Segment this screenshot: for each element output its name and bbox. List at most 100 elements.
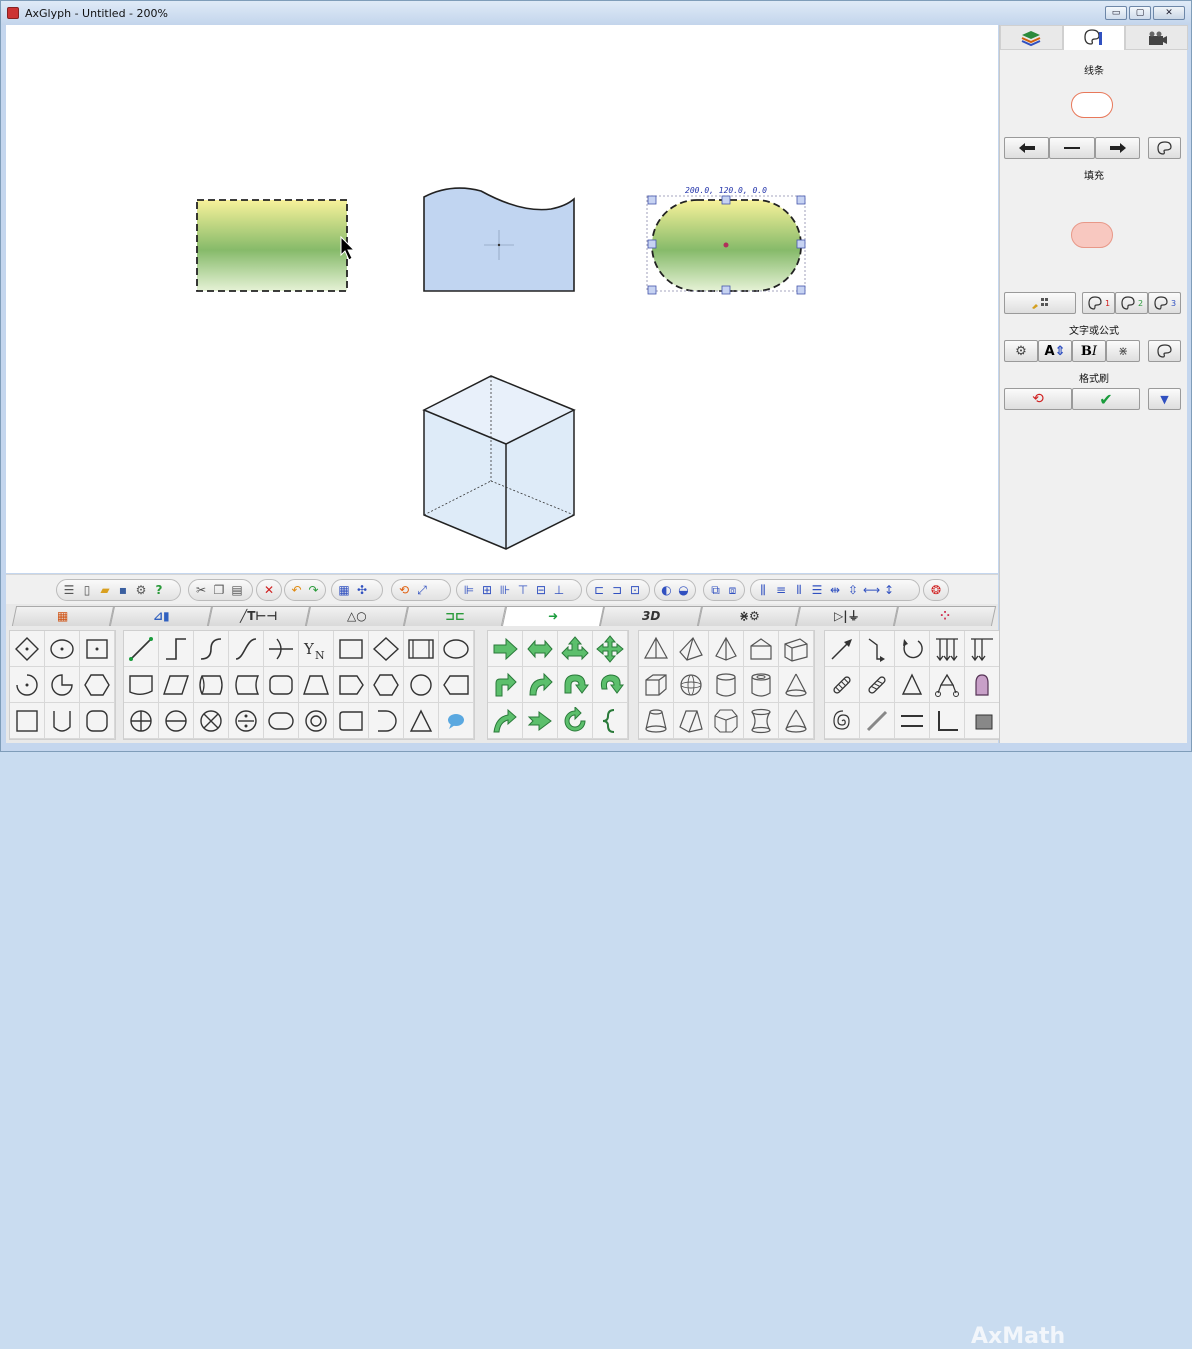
rounded-square-shape-icon[interactable] (80, 703, 115, 739)
circle-minus-icon[interactable] (159, 703, 194, 739)
maximize-button[interactable]: ▢ (1129, 6, 1151, 20)
gradient-rectangle[interactable] (196, 199, 348, 292)
ellipse-point-shape-icon[interactable] (45, 631, 80, 667)
corner-icon[interactable] (930, 703, 965, 739)
send-back-icon[interactable]: ⧈ (725, 582, 740, 598)
hexagon-shape-icon[interactable] (80, 667, 115, 703)
palette-3-button[interactable]: 3 (1148, 292, 1181, 314)
match-height-icon[interactable]: ↕ (881, 582, 897, 598)
freeform-square-shape-icon[interactable] (10, 703, 45, 739)
curve-line-icon[interactable] (194, 631, 229, 667)
bullet-shape-icon[interactable] (965, 667, 1000, 703)
down-arrows-icon[interactable] (930, 631, 965, 667)
triangle-icon[interactable] (895, 667, 930, 703)
line-style-button[interactable] (1049, 137, 1095, 159)
camera-tab[interactable] (1125, 25, 1189, 50)
u-shape-icon[interactable] (45, 703, 80, 739)
paste-icon[interactable]: ▤ (229, 582, 245, 598)
cone-solid-icon[interactable] (779, 703, 814, 739)
s-curve-icon[interactable] (229, 631, 264, 667)
hyperboloid-icon[interactable] (744, 703, 779, 739)
diagonal-line-icon[interactable] (860, 703, 895, 739)
fill-brush-button[interactable] (1004, 292, 1076, 314)
same-size-icon[interactable]: ⊡ (627, 582, 643, 598)
rectangle-tool-icon[interactable] (334, 631, 369, 667)
cone-icon[interactable] (779, 667, 814, 703)
new-file-icon[interactable]: ▯ (79, 582, 95, 598)
title-bar[interactable]: AxGlyph - Untitled - 200% ▭ ▢ ✕ (1, 1, 1191, 25)
house-prism-icon[interactable] (744, 631, 779, 667)
tab-chart[interactable]: ⊿▮ (109, 606, 213, 626)
text-settings-button[interactable]: ⚙ (1004, 340, 1038, 362)
flip-icon[interactable]: ⤢ (414, 582, 430, 598)
space-v-icon[interactable]: ☰ (809, 582, 825, 598)
curved-up-arrow-icon[interactable] (488, 703, 523, 739)
u-turn-arrow-icon[interactable] (558, 667, 593, 703)
cylinder-icon[interactable] (709, 667, 744, 703)
four-way-arrow-icon[interactable] (593, 631, 628, 667)
palette-2-button[interactable]: 2 (1115, 292, 1148, 314)
sphere-icon[interactable] (674, 667, 709, 703)
jump-line-icon[interactable] (264, 631, 299, 667)
brace-arrow-icon[interactable] (593, 703, 628, 739)
equal-bars-icon[interactable] (895, 703, 930, 739)
circle-divide-icon[interactable] (229, 703, 264, 739)
square-point-shape-icon[interactable] (80, 631, 115, 667)
hexagon-tool-icon[interactable] (369, 667, 404, 703)
circle-arrow-icon[interactable] (558, 703, 593, 739)
line-palette-button[interactable] (1148, 137, 1181, 159)
cube-outline-icon[interactable] (779, 631, 814, 667)
tab-arrows[interactable]: ➜ (501, 606, 605, 627)
three-way-arrow-icon[interactable] (558, 631, 593, 667)
minimize-button[interactable]: ▭ (1105, 6, 1127, 20)
ellipse-tool-icon[interactable] (439, 631, 474, 667)
close-button[interactable]: ✕ (1153, 6, 1185, 20)
bold-italic-button[interactable]: BI (1072, 340, 1106, 362)
match-width-icon[interactable]: ⟷ (863, 582, 880, 598)
prism-pyramid-icon[interactable] (709, 631, 744, 667)
snap-icon[interactable]: ✣ (354, 582, 370, 598)
text-palette-button[interactable] (1148, 340, 1181, 362)
spring-icon[interactable] (825, 667, 860, 703)
format-dropdown-button[interactable]: ▼ (1148, 388, 1181, 410)
circle-arc-shape-icon[interactable] (10, 667, 45, 703)
bent-arrow-icon[interactable] (488, 667, 523, 703)
parallelogram-icon[interactable] (159, 667, 194, 703)
open-folder-icon[interactable]: ▰ (97, 582, 113, 598)
tab-line-text[interactable]: ╱T⊢⊣ (207, 606, 311, 626)
same-height-icon[interactable]: ⊐ (609, 582, 625, 598)
tab-color-map[interactable]: ▦ (11, 606, 115, 626)
rounded-rect-icon[interactable] (264, 667, 299, 703)
curved-arrow-icon[interactable] (523, 667, 558, 703)
rotate-icon[interactable]: ⟲ (396, 582, 412, 598)
diamond-point-shape-icon[interactable] (10, 631, 45, 667)
speech-bubble-icon[interactable] (439, 703, 474, 739)
align-right-icon[interactable]: ⊪ (497, 582, 513, 598)
frustum-icon[interactable] (639, 703, 674, 739)
align-center-icon[interactable]: ⊞ (479, 582, 495, 598)
cube-3d-icon[interactable] (639, 667, 674, 703)
elbow-line-icon[interactable] (159, 631, 194, 667)
circle-times-icon[interactable] (194, 703, 229, 739)
pyramid-icon[interactable] (639, 631, 674, 667)
display-shape-icon[interactable] (439, 667, 474, 703)
trapezoid-icon[interactable] (299, 667, 334, 703)
left-arrow-end-button[interactable] (1004, 137, 1049, 159)
redo-icon[interactable]: ↷ (306, 582, 321, 598)
same-width-icon[interactable]: ⊏ (591, 582, 607, 598)
align-top-icon[interactable]: ⊤ (515, 582, 531, 598)
right-triangle-icon[interactable] (404, 703, 439, 739)
circle-tool-icon[interactable] (404, 667, 439, 703)
selected-rounded-rectangle[interactable] (646, 195, 806, 295)
tab-misc[interactable]: ⋇⚙ (697, 606, 801, 626)
palette-1-button[interactable]: 1 (1082, 292, 1115, 314)
pie-shape-icon[interactable] (45, 667, 80, 703)
tree-node-icon[interactable] (930, 667, 965, 703)
tab-3d[interactable]: 3D (599, 606, 703, 626)
arrow-line-icon[interactable] (825, 631, 860, 667)
distribute-v-icon[interactable]: ≡ (773, 582, 789, 598)
truncated-pyramid-icon[interactable] (674, 703, 709, 739)
help-icon[interactable]: ? (151, 582, 167, 598)
spiral-icon[interactable] (825, 703, 860, 739)
drawing-canvas[interactable]: 200.0, 120.0, 0.0 (6, 25, 998, 573)
